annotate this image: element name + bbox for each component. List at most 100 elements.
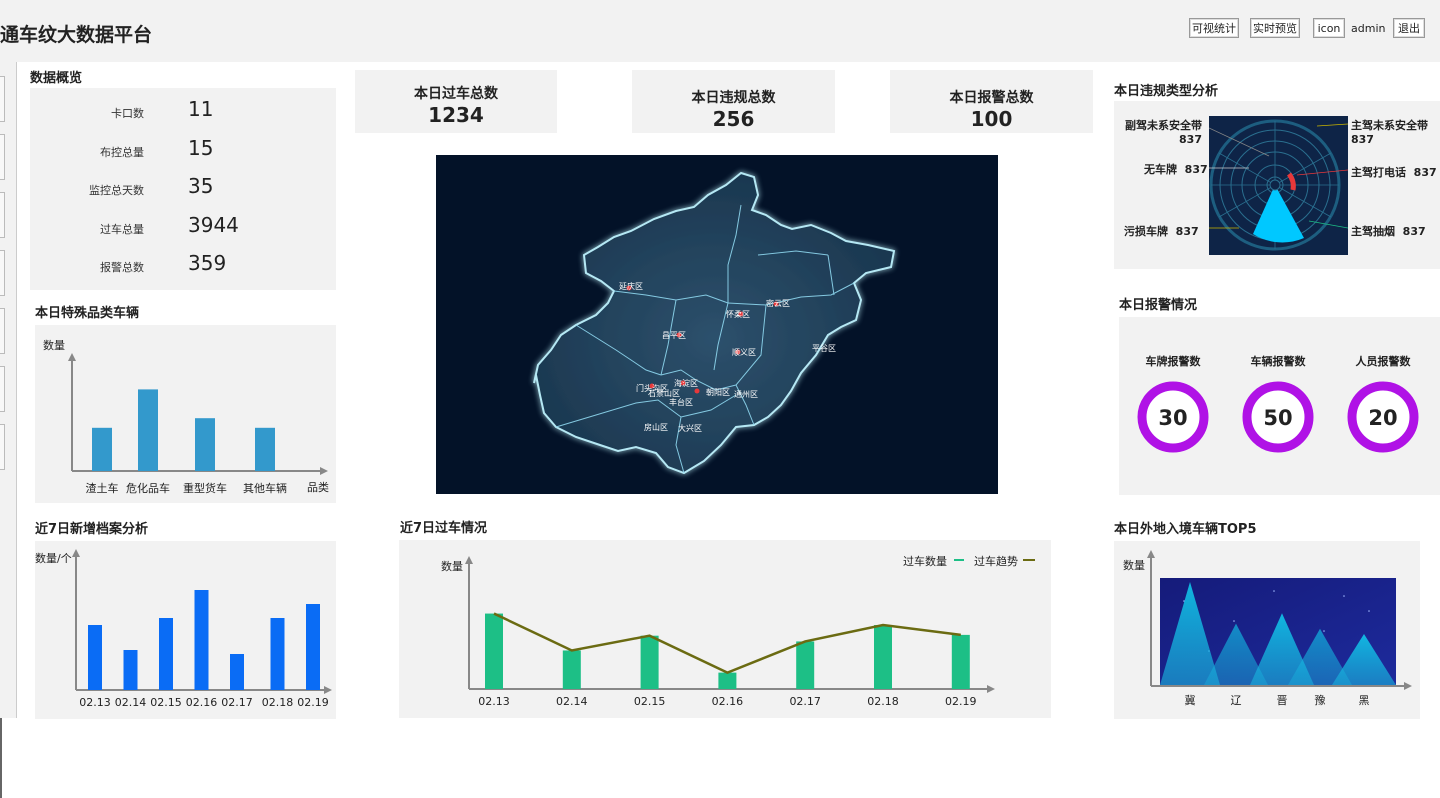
star	[1368, 610, 1370, 612]
alarm-value: 50	[1263, 406, 1292, 430]
bar	[951, 634, 970, 689]
star	[1273, 590, 1275, 592]
kpi-value: 256	[712, 107, 755, 131]
bar	[306, 604, 320, 690]
kpi-label: 本日报警总数	[949, 90, 1034, 106]
overview-row: 卡口数 11	[30, 93, 336, 131]
x-tick-label: 其他车辆	[243, 481, 287, 495]
map-district-label: 丰台区	[669, 397, 693, 407]
bar	[796, 641, 815, 689]
overview-label: 布控总量	[100, 146, 144, 159]
special-vehicles-chart: 数量品类 渣土车 危化品车 重型货车 其他车辆	[43, 339, 329, 495]
violation-label: 主驾抽烟 837	[1351, 225, 1426, 238]
overview-panel: 卡口数 11 布控总量 15 监控总天数 35 过车总量 3944 报警总数 3…	[30, 88, 336, 290]
bar	[159, 618, 173, 690]
sidebar-tab[interactable]	[0, 134, 5, 180]
x-axis-arrow	[320, 467, 328, 475]
star	[1233, 620, 1235, 622]
y-axis-arrow	[72, 549, 80, 557]
x-tick-label: 02.17	[221, 696, 253, 709]
violation-label: 副驾未系安全带 837	[1125, 119, 1202, 146]
overview-label: 报警总数	[100, 261, 144, 274]
app-title: 通车纹大数据平台	[0, 24, 153, 46]
violation-label: 无车牌 837	[1144, 163, 1208, 176]
special-vehicles-title: 本日特殊品类车辆	[35, 306, 140, 321]
overview-row: 报警总数 359	[30, 247, 336, 285]
y-axis-arrow	[68, 353, 76, 361]
alarm-label: 车辆报警数	[1250, 355, 1306, 368]
violation-title: 本日违规类型分析	[1114, 84, 1219, 99]
special-vehicles-panel: 数量 品类 渣土车 危化品车 重型货车 其他车辆	[35, 325, 336, 503]
beijing-map[interactable]: 延庆区 怀柔区 密云区 昌平区 顺义区 平谷区 门头沟区 海淀区 石景山区 朝阳区 丰台区 通州区 房山…	[436, 155, 998, 494]
x-tick-label: 02.17	[789, 695, 821, 708]
bar	[138, 389, 158, 471]
alarms-panel: 车牌报警数 车辆报警数 人员报警数 30 50 20	[1119, 317, 1440, 495]
legend-label: 过车数量	[903, 554, 947, 568]
top5-panel: 数量冀 辽 晋 豫 黑	[1114, 541, 1420, 719]
sidebar-tab[interactable]	[0, 366, 5, 412]
x-axis-arrow	[324, 686, 332, 694]
traffic-panel: 数量 02.13 02.14 02.15 02.16 02.17 02.18 02.19 过车数…	[399, 540, 1051, 718]
top5-title: 本日外地入境车辆TOP5	[1114, 522, 1257, 537]
x-tick-label: 02.19	[945, 695, 977, 708]
x-tick-label: 辽	[1231, 694, 1242, 707]
x-tick-label: 晋	[1277, 694, 1288, 707]
y-axis-arrow	[1147, 550, 1155, 558]
overview-value: 35	[188, 174, 214, 198]
alarm-label: 车牌报警数	[1145, 355, 1201, 368]
x-tick-label: 02.14	[556, 695, 588, 708]
x-axis-label: 品类	[307, 480, 329, 494]
logout-button[interactable]: 退出	[1393, 18, 1425, 38]
bar	[640, 635, 659, 689]
alarms-title: 本日报警情况	[1119, 298, 1198, 313]
overview-label: 监控总天数	[89, 184, 144, 197]
overview-label: 过车总量	[100, 223, 144, 236]
map-district-label: 昌平区	[662, 331, 686, 340]
x-axis-arrow	[987, 685, 995, 693]
bar	[195, 418, 215, 471]
map-district-label: 房山区	[644, 422, 668, 432]
kpi-card: 本日过车总数 1234	[355, 70, 557, 133]
x-tick-label: 渣土车	[86, 481, 119, 495]
map-district-label: 通州区	[734, 389, 758, 399]
bar	[874, 625, 892, 689]
x-tick-label: 02.15	[150, 696, 182, 709]
map-district-label: 怀柔区	[726, 309, 750, 319]
left-sidebar	[0, 62, 17, 718]
overview-value: 15	[188, 136, 214, 160]
traffic-title: 近7日过车情况	[400, 521, 488, 536]
sidebar-tab[interactable]	[0, 76, 5, 122]
user-icon[interactable]: icon	[1313, 18, 1345, 38]
map-district-label: 大兴区	[678, 423, 702, 433]
overview-value: 359	[188, 251, 227, 275]
sidebar-tab[interactable]	[0, 424, 5, 470]
window-edge	[0, 718, 2, 798]
radar-svg	[1208, 119, 1349, 251]
sidebar-tab[interactable]	[0, 250, 5, 296]
visual-stats-button[interactable]: 可视统计	[1189, 18, 1239, 38]
new-archives-title: 近7日新增档案分析	[35, 522, 149, 537]
map-district-label: 海淀区	[674, 378, 698, 388]
violation-label: 主驾打电话 837	[1351, 166, 1437, 179]
kpi-value: 1234	[428, 103, 484, 127]
new-archives-panel: 数量/个 02.13 02.14 02.15 02.16 02.17 02.18 02.19	[35, 541, 336, 719]
x-tick-label: 02.15	[634, 695, 666, 708]
map-district-label: 朝阳区	[706, 388, 730, 397]
sidebar-tab[interactable]	[0, 192, 5, 238]
bar	[123, 650, 138, 690]
new-archives-chart: 数量/个 02.13 02.14 02.15 02.16 02.17 02.18 02.19	[35, 549, 332, 709]
x-tick-label: 02.14	[115, 696, 147, 709]
x-tick-label: 黑	[1359, 694, 1370, 707]
overview-value: 3944	[188, 213, 239, 237]
alarm-label: 人员报警数	[1355, 355, 1411, 368]
y-axis-arrow	[465, 556, 473, 564]
sidebar-tab[interactable]	[0, 308, 5, 354]
kpi-label: 本日违规总数	[691, 90, 776, 106]
alarm-value: 30	[1158, 406, 1187, 430]
realtime-preview-button[interactable]: 实时预览	[1250, 18, 1300, 38]
overview-title: 数据概览	[30, 71, 83, 86]
x-tick-label: 02.16	[186, 696, 218, 709]
kpi-card: 本日报警总数 100	[890, 70, 1093, 133]
y-axis-label: 数量	[1123, 559, 1145, 572]
y-axis-label: 数量	[441, 560, 463, 573]
